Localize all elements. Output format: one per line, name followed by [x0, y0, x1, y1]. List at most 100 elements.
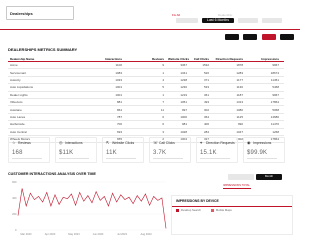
col-website-clicks[interactable]: Website Clicks — [168, 57, 190, 61]
table-cell: 1080 — [236, 107, 243, 112]
table-cell: 364 — [203, 114, 209, 119]
kpi-card-reviews: ☆ Reviews 168 — [8, 137, 50, 163]
date-range-label: Last 6 Months — [207, 18, 229, 22]
table-cell: 18674 — [270, 70, 279, 75]
table-cell: 881 — [116, 100, 122, 105]
kpi-label: Website Clicks — [112, 141, 135, 145]
kpi-label: Direction Requests — [206, 141, 235, 145]
table-cell: 14680 — [270, 114, 279, 119]
kpi-divider — [153, 158, 183, 159]
table-cell: 1083 — [115, 70, 122, 75]
granularity-toggle-off[interactable] — [228, 174, 254, 180]
device-badge-underline — [223, 188, 251, 189]
kpi-divider — [106, 158, 136, 159]
table-cell: 5068 — [272, 107, 279, 112]
table-row[interactable]: Auto Liquidations 1001 5 1230 533 1130 5468 — [8, 84, 284, 92]
table-cell: 693 — [116, 129, 122, 134]
legend-label-mobile: Mobile Maps — [215, 208, 232, 212]
range-button-light-3[interactable] — [262, 18, 282, 23]
table-row[interactable]: Villa Auto 881 7 1051 493 1313 17864 — [8, 99, 284, 107]
table-cell: Acme — [10, 63, 18, 68]
tab-dark-2[interactable] — [243, 34, 257, 40]
table-row[interactable]: Autolane 864 11 997 302 1080 5068 — [8, 106, 284, 114]
table-cell: 0 — [162, 114, 164, 119]
table-row[interactable]: Auto Central 693 3 1028 284 1047 1268 — [8, 129, 284, 136]
table-cell: 1878 — [236, 63, 243, 68]
table-cell: 1268 — [272, 129, 279, 134]
summary-title: DEALERSHIPS METRICS SUMMARY — [8, 47, 78, 52]
col-dealership[interactable]: Dealership Name — [8, 57, 82, 61]
tab-active[interactable] — [262, 34, 276, 40]
pin-icon: ⌖ — [200, 140, 203, 145]
legend-item-desktop: Desktop Search — [176, 208, 201, 212]
granularity-toggle-on[interactable]: Month — [256, 174, 282, 180]
table-cell: 361 — [203, 92, 209, 97]
table-cell: 700 — [116, 122, 122, 127]
table-cell: 11451 — [270, 77, 279, 82]
x-tick-label: Mar 2023 — [21, 232, 33, 236]
table-cell: 6 — [162, 122, 164, 127]
trend-title: CUSTOMER INTERACTIONS ANALYSIS OVER TIME — [8, 172, 96, 176]
trend-chart: 600 400 200 0 Mar 2023 Apr 2023 May 2023 Jun 2… — [12, 180, 167, 236]
dealership-select[interactable]: Dealerships — [6, 6, 74, 20]
star-icon: ☆ — [12, 140, 16, 145]
table-cell: 1187 — [236, 92, 243, 97]
table-cell: 533 — [203, 85, 209, 90]
table-cell: 1000 — [180, 114, 187, 119]
table-cell: 864 — [116, 107, 122, 112]
col-call-clicks[interactable]: Call Clicks — [190, 57, 212, 61]
x-tick-label: Aug 2023 — [140, 232, 152, 236]
table-body: Acme 1100 9 3367 1532 1878 9967 Servicemart 1083… — [8, 62, 284, 144]
top-link-dealership[interactable]: Dealership — [218, 13, 232, 17]
kpi-value: 168 — [12, 150, 23, 156]
kpi-value: $99.9K — [247, 150, 268, 156]
table-cell: Harborside — [10, 122, 25, 127]
y-tick-label: 200 — [12, 212, 17, 216]
table-cell: 1 — [162, 92, 164, 97]
range-button-light[interactable] — [176, 18, 198, 23]
col-impressions[interactable]: Impressions — [248, 57, 282, 61]
device-legend: Desktop Search Mobile Maps — [176, 208, 232, 212]
table-cell: 1238 — [180, 77, 187, 82]
summary-table: Dealership Name Interactions Reviews Web… — [8, 56, 284, 144]
table-row[interactable]: Acme 1100 9 3367 1532 1878 9967 — [8, 62, 284, 70]
table-cell: 4 — [162, 77, 164, 82]
col-direction-requests[interactable]: Direction Requests — [212, 57, 248, 61]
table-cell: Auto Liquidations — [10, 85, 34, 90]
table-cell: 1047 — [236, 129, 243, 134]
table-cell: Auto Lanes — [10, 114, 26, 119]
table-row[interactable]: Servicemart 1083 1 1341 526 1283 18674 — [8, 69, 284, 77]
table-cell: 1051 — [180, 100, 187, 105]
table-cell: 3 — [162, 129, 164, 134]
granularity-toggle-on-label: Month — [264, 174, 274, 178]
table-cell: 7 — [162, 100, 164, 105]
kpi-card-direction-requests: ⌖ Direction Requests 15.1K — [196, 137, 238, 163]
tab-dark-3[interactable] — [280, 34, 294, 40]
table-cell: 997 — [181, 107, 187, 112]
legend-swatch-desktop — [176, 208, 179, 212]
table-row[interactable]: Auto Lanes 787 0 1000 364 1125 14680 — [8, 114, 284, 122]
table-row[interactable]: Harborside 700 6 981 406 990 11470 — [8, 121, 284, 129]
table-cell: 1130 — [236, 85, 243, 90]
table-cell: 9967 — [272, 63, 279, 68]
top-link-fix[interactable]: Fix All — [172, 13, 180, 17]
kpi-card-website-clicks: ⇱ Website Clicks 11K — [102, 137, 144, 163]
table-row[interactable]: Dealer Lights 1001 1 1219 361 1187 9967 — [8, 92, 284, 99]
col-reviews[interactable]: Reviews — [128, 57, 168, 61]
tab-dark-1[interactable] — [225, 34, 239, 40]
device-total-badge: IMPRESSIONS TOTAL — [223, 184, 250, 187]
table-cell: 302 — [203, 107, 209, 112]
date-range-button[interactable]: Last 6 Months — [202, 18, 234, 23]
table-cell: Servicemart — [10, 70, 27, 75]
kpi-divider — [12, 158, 42, 159]
table-cell: Dealer Lights — [10, 92, 28, 97]
x-tick-label: Jul 2023 — [117, 232, 127, 236]
table-row[interactable]: Autocity 1033 4 1238 371 1177 11451 — [8, 77, 284, 85]
col-interactions[interactable]: Interactions — [82, 57, 128, 61]
kpi-label: Interactions — [65, 141, 83, 145]
trend-series-line — [17, 188, 167, 229]
table-cell: 981 — [181, 122, 187, 127]
kpi-card-impressions: ◉ Impressions $99.9K — [243, 137, 285, 163]
range-button-light-2[interactable] — [238, 18, 258, 23]
kpi-card-call-clicks: ☏ Call Clicks 3.7K — [149, 137, 191, 163]
